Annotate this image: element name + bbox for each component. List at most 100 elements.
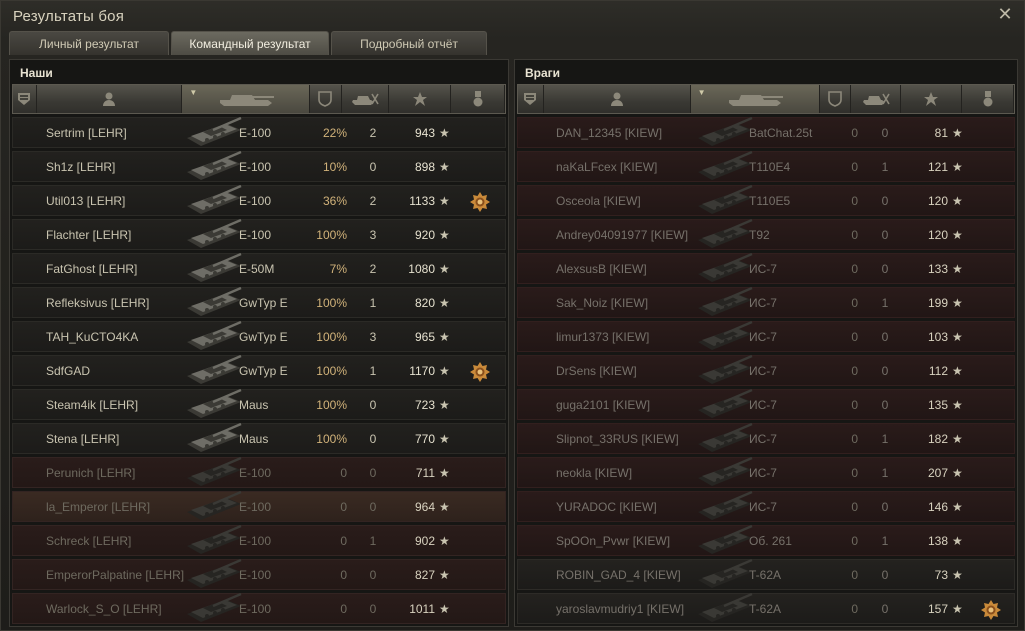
player-name[interactable]: YURADOC [KIEW] [556,500,716,514]
medal-icon[interactable] [469,191,491,213]
player-name[interactable]: guga2101 [KIEW] [556,398,716,412]
kills-count: 2 [369,261,377,276]
window-title: Результаты боя [13,8,125,25]
table-row[interactable]: Refleksivus [LEHR] GwTyp E 100% 1 820 ★ [12,286,506,318]
table-row[interactable]: Sak_Noiz [KIEW] ИС-7 0 1 199 ★ [517,286,1015,320]
player-name[interactable]: Andrey04091977 [KIEW] [556,228,716,242]
table-row[interactable]: Perunich [LEHR] E-100 0 0 711 ★ [12,456,506,488]
table-row[interactable]: Sertrim [LEHR] E-100 22% 2 943 ★ [12,116,506,148]
table-row[interactable]: Util013 [LEHR] E-100 36% 2 1133 ★ [12,184,506,216]
table-row[interactable]: TAH_KuCTO4KA GwTyp E 100% 3 965 ★ [12,320,506,352]
xp-star-icon: ★ [439,533,450,548]
column-header-rank[interactable] [518,85,544,113]
table-row[interactable]: FatGhost [LEHR] E-50M 7% 2 1080 ★ [12,252,506,284]
table-row[interactable]: DAN_12345 [KIEW] BatChat.25t 0 0 81 ★ [517,116,1015,150]
damage-percent: 0 [340,465,347,480]
medal-icon[interactable] [980,599,1002,621]
player-name[interactable]: SpOOn_Pvwr [KIEW] [556,534,716,548]
column-header-kills[interactable] [342,85,390,113]
player-name[interactable]: Schreck [LEHR] [46,534,186,548]
player-name[interactable]: FatGhost [LEHR] [46,262,186,276]
table-row[interactable]: yaroslavmudriy1 [KIEW] T-62A 0 0 157 ★ [517,592,1015,624]
column-header-xp-star[interactable] [389,85,452,113]
column-header-damage-shield[interactable] [310,85,342,113]
column-header-medal[interactable] [451,85,506,113]
xp-star-icon: ★ [439,159,450,174]
experience-value: 157 [927,601,948,616]
tank-icon [694,286,756,320]
medal-icon[interactable] [469,361,491,383]
xp-star-icon: ★ [439,499,450,514]
player-name[interactable]: yaroslavmudriy1 [KIEW] [556,602,716,616]
table-row[interactable]: Warlock_S_O [LEHR] E-100 0 0 1011 ★ [12,592,506,626]
table-row[interactable]: Andrey04091977 [KIEW] T92 0 0 120 ★ [517,218,1015,250]
tab-personal-result[interactable]: Личный результат [9,31,169,55]
table-row[interactable]: Flachter [LEHR] E-100 100% 3 920 ★ [12,218,506,250]
table-row[interactable]: YURADOC [KIEW] ИС-7 0 0 146 ★ [517,490,1015,522]
table-row[interactable]: limur1373 [KIEW] ИС-7 0 0 103 ★ [517,320,1015,352]
table-row[interactable]: Slipnot_33RUS [KIEW] ИС-7 0 1 182 ★ [517,422,1015,454]
player-name[interactable]: Sh1z [LEHR] [46,160,186,174]
player-name[interactable]: Util013 [LEHR] [46,194,186,208]
experience-value: 898 [414,159,435,174]
xp-star-icon: ★ [439,465,450,480]
table-row[interactable]: Schreck [LEHR] E-100 0 1 902 ★ [12,524,506,556]
table-row[interactable]: ROBIN_GAD_4 [KIEW] T-62A 0 0 73 ★ [517,558,1015,592]
close-icon[interactable]: ✕ [996,5,1014,23]
player-name[interactable]: DrSens [KIEW] [556,364,716,378]
table-row[interactable]: EmperorPalpatine [LEHR] E-100 0 0 827 ★ [12,558,506,590]
player-name[interactable]: naKaLFcex [KIEW] [556,160,716,174]
damage-percent: 0 [851,533,858,548]
table-row[interactable]: Sh1z [LEHR] E-100 10% 0 898 ★ [12,150,506,182]
player-name[interactable]: Stena [LEHR] [46,432,186,446]
player-name[interactable]: la_Emperor [LEHR] [46,500,186,514]
table-row[interactable]: guga2101 [KIEW] ИС-7 0 0 135 ★ [517,388,1015,420]
column-header-tank[interactable]: ▼ [182,85,310,113]
kills-count: 0 [369,465,377,480]
player-name[interactable]: Refleksivus [LEHR] [46,296,186,310]
tank-icon [694,558,756,592]
tank-icon [694,116,756,150]
column-header-kills[interactable] [851,85,901,113]
player-name[interactable]: Sak_Noiz [KIEW] [556,296,716,310]
column-header-tank[interactable]: ▼ [690,85,820,113]
table-row[interactable]: naKaLFcex [KIEW] T110E4 0 1 121 ★ [517,150,1015,182]
column-header-player[interactable] [544,85,691,113]
battle-results-window: Результаты боя ✕ Личный результат Команд… [0,0,1025,631]
player-name[interactable]: Perunich [LEHR] [46,466,186,480]
column-header-rank[interactable] [13,85,37,113]
player-name[interactable]: Flachter [LEHR] [46,228,186,242]
player-name[interactable]: Sertrim [LEHR] [46,126,186,140]
player-name[interactable]: TAH_KuCTO4KA [46,330,186,344]
player-name[interactable]: AlexsusB [KIEW] [556,262,716,276]
tank-icon [183,592,245,626]
player-name[interactable]: Warlock_S_O [LEHR] [46,602,186,616]
player-name[interactable]: Osceola [KIEW] [556,194,716,208]
table-row[interactable]: SpOOn_Pvwr [KIEW] Об. 261 0 1 138 ★ [517,524,1015,558]
table-row[interactable]: Osceola [KIEW] T110E5 0 0 120 ★ [517,184,1015,216]
table-row[interactable]: AlexsusB [KIEW] ИС-7 0 0 133 ★ [517,252,1015,284]
player-name[interactable]: ROBIN_GAD_4 [KIEW] [556,568,716,582]
column-header-damage-shield[interactable] [820,85,852,113]
player-name[interactable]: limur1373 [KIEW] [556,330,716,344]
table-row[interactable]: Steam4ik [LEHR] Maus 100% 0 723 ★ [12,388,506,420]
column-header-xp-star[interactable] [901,85,963,113]
column-header-player[interactable] [37,85,183,113]
player-name[interactable]: EmperorPalpatine [LEHR] [46,568,186,582]
table-row[interactable]: neokla [KIEW] ИС-7 0 1 207 ★ [517,456,1015,488]
table-row[interactable]: Stena [LEHR] Maus 100% 0 770 ★ [12,422,506,454]
tab-detailed-report[interactable]: Подробный отчёт [331,31,487,55]
column-header-medal[interactable] [962,85,1015,113]
player-name[interactable]: SdfGAD [46,364,186,378]
table-row[interactable]: SdfGAD GwTyp E 100% 1 1170 ★ [12,354,506,386]
xp-star-icon: ★ [952,159,963,174]
player-name[interactable]: DAN_12345 [KIEW] [556,126,716,140]
player-name[interactable]: Slipnot_33RUS [KIEW] [556,432,716,446]
tank-icon [694,524,756,558]
table-row[interactable]: DrSens [KIEW] ИС-7 0 0 112 ★ [517,354,1015,386]
player-name[interactable]: neokla [KIEW] [556,466,716,480]
table-row[interactable]: la_Emperor [LEHR] E-100 0 0 964 ★ [12,490,506,522]
tab-team-result[interactable]: Командный результат [171,31,329,55]
experience-value: 964 [414,499,435,514]
player-name[interactable]: Steam4ik [LEHR] [46,398,186,412]
